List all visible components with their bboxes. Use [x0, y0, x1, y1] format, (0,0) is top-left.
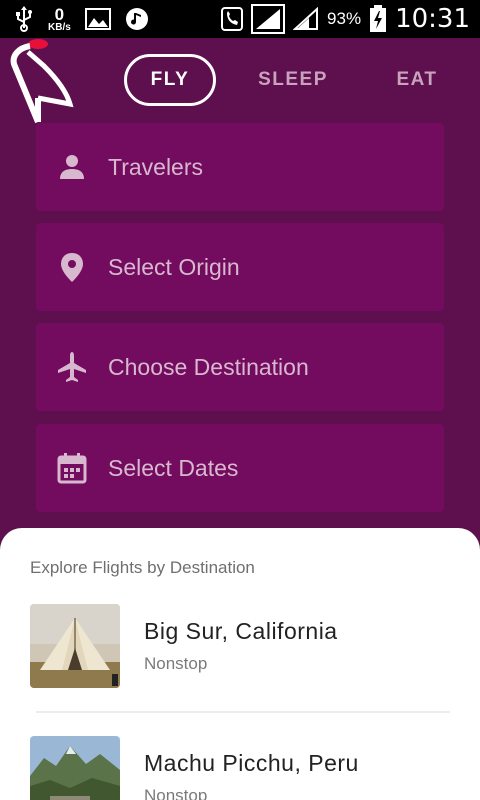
battery-percent: 93% [327, 9, 362, 28]
data-speed-unit: KB/s [48, 21, 71, 33]
dates-field[interactable]: Select Dates [36, 424, 444, 512]
destination-field[interactable]: Choose Destination [36, 323, 444, 411]
divider [36, 711, 450, 713]
travelers-label: Travelers [108, 153, 203, 180]
music-icon [125, 7, 149, 31]
clock-time: 10:31 [395, 4, 470, 34]
signal-icon [293, 7, 319, 31]
list-item[interactable]: Big Sur, California Nonstop [30, 604, 450, 694]
dates-label: Select Dates [108, 454, 239, 481]
status-bar: 0 KB/s 93% 10:31 [0, 0, 480, 38]
usb-icon [14, 6, 34, 32]
origin-label: Select Origin [108, 253, 240, 280]
destination-name: Machu Picchu, Peru [144, 750, 359, 776]
calendar-icon [56, 452, 88, 484]
explore-title: Explore Flights by Destination [30, 558, 255, 577]
tab-fly[interactable]: FLY [124, 54, 216, 106]
image-icon [84, 8, 111, 30]
airplane-icon [56, 351, 88, 383]
destination-name: Big Sur, California [144, 618, 338, 644]
explore-sheet[interactable]: Explore Flights by Destination Big Sur, … [0, 528, 480, 800]
tent-photo [30, 604, 120, 688]
tab-sleep[interactable]: SLEEP [244, 54, 342, 106]
person-icon [56, 151, 88, 183]
destination-subtitle: Nonstop [144, 654, 208, 673]
bird-logo-icon[interactable] [8, 38, 74, 124]
call-icon [221, 7, 244, 31]
origin-field[interactable]: Select Origin [36, 223, 444, 311]
travelers-field[interactable]: Travelers [36, 123, 444, 211]
destination-label: Choose Destination [108, 353, 309, 380]
data-speed: 0 KB/s [48, 6, 71, 33]
battery-charging-icon [369, 5, 387, 33]
data-speed-value: 0 [54, 4, 65, 24]
location-pin-icon [56, 251, 88, 283]
destination-subtitle: Nonstop [144, 786, 208, 800]
mountain-ruins-photo [30, 736, 120, 800]
signal-icon [251, 4, 286, 34]
tab-eat[interactable]: EAT [382, 54, 452, 106]
category-tabs: FLY SLEEP EAT [124, 54, 464, 106]
list-item[interactable]: Machu Picchu, Peru Nonstop [30, 736, 450, 800]
